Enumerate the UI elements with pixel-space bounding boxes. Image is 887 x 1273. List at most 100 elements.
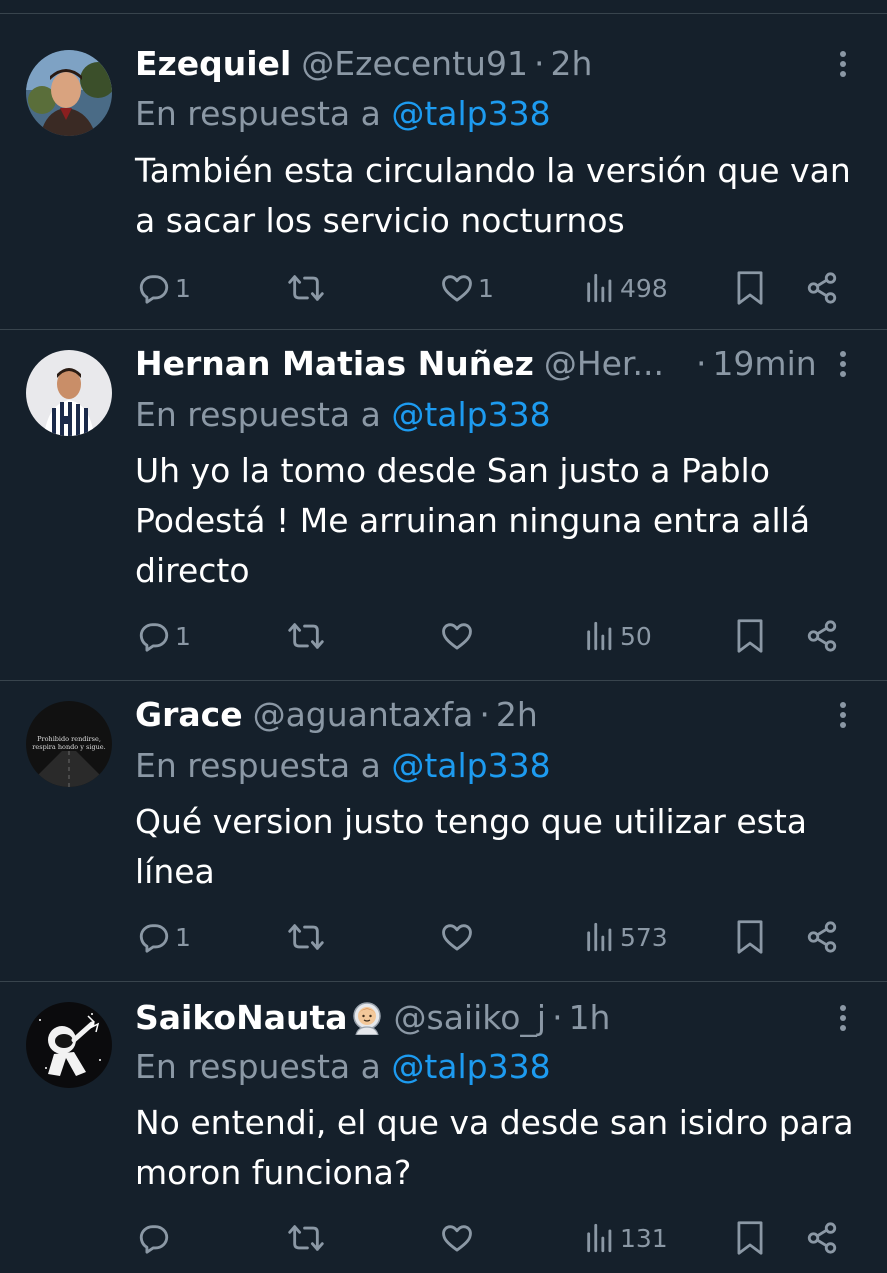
- bookmark-button[interactable]: [734, 266, 766, 310]
- reply-icon: [139, 924, 169, 953]
- tweet-header: SaikoNauta @saiiko_j · 1h: [135, 996, 610, 1040]
- action-bar: 1 573: [0, 915, 887, 959]
- more-icon[interactable]: [831, 697, 855, 733]
- more-icon[interactable]: [831, 346, 855, 382]
- reply-icon: [139, 275, 169, 304]
- retweet-icon: [288, 924, 324, 950]
- like-button[interactable]: 1: [440, 266, 494, 310]
- bookmark-button[interactable]: [734, 614, 766, 658]
- timestamp[interactable]: 2h: [496, 693, 538, 737]
- reply-button[interactable]: 1: [137, 614, 191, 658]
- share-button[interactable]: [805, 1216, 839, 1260]
- action-bar: 1 50: [0, 614, 887, 658]
- tweet-2[interactable]: Hernan Matias Nuñez @Her... · 19min En r…: [0, 330, 887, 681]
- share-button[interactable]: [805, 915, 839, 959]
- views-count: 498: [620, 273, 668, 303]
- share-icon: [807, 620, 837, 652]
- views-button[interactable]: 131: [584, 1216, 668, 1260]
- action-bar: 1 1 498: [0, 266, 887, 310]
- more-icon[interactable]: [831, 1000, 855, 1036]
- tweet-header: Hernan Matias Nuñez @Her... · 19min: [135, 342, 817, 386]
- retweet-icon: [288, 623, 324, 649]
- retweet-icon: [288, 1225, 324, 1251]
- views-icon: [587, 273, 612, 303]
- retweet-button[interactable]: [287, 266, 329, 310]
- share-button[interactable]: [805, 266, 839, 310]
- bookmark-button[interactable]: [734, 1216, 766, 1260]
- reply-count: 1: [175, 273, 191, 303]
- tweet-3[interactable]: Prohibido rendirse, respira hondo y sigu…: [0, 681, 887, 982]
- avatar[interactable]: Prohibido rendirse, respira hondo y sigu…: [26, 701, 112, 787]
- reply-context: En respuesta a @talp338: [135, 393, 551, 437]
- views-count: 50: [620, 621, 652, 651]
- retweet-button[interactable]: [287, 1216, 329, 1260]
- retweet-button[interactable]: [287, 614, 329, 658]
- tweet-text: Uh yo la tomo desde San justo a Pablo Po…: [135, 451, 811, 590]
- separator-dot: ·: [552, 998, 563, 1037]
- timestamp[interactable]: 19min: [712, 342, 816, 386]
- display-name[interactable]: Hernan Matias Nuñez: [135, 342, 534, 386]
- views-button[interactable]: 50: [584, 614, 652, 658]
- share-button[interactable]: [805, 614, 839, 658]
- tweet-text: Qué version justo tengo que utilizar est…: [135, 802, 807, 891]
- reply-button[interactable]: 1: [137, 915, 191, 959]
- views-icon: [587, 621, 612, 651]
- tweet-4[interactable]: SaikoNauta @saiiko_j · 1h En respuesta a…: [0, 982, 887, 1273]
- more-icon[interactable]: [831, 46, 855, 82]
- views-button[interactable]: 573: [584, 915, 668, 959]
- share-icon: [807, 272, 837, 304]
- reply-context: En respuesta a @talp338: [135, 1045, 551, 1089]
- share-icon: [807, 1222, 837, 1254]
- avatar[interactable]: [26, 50, 112, 136]
- like-count: 1: [478, 273, 494, 303]
- handle[interactable]: @aguantaxfa: [253, 693, 474, 737]
- timestamp[interactable]: 1h: [569, 996, 611, 1040]
- avatar[interactable]: [26, 1002, 112, 1088]
- handle[interactable]: @Her...: [544, 342, 664, 386]
- reply-prefix: En respuesta a: [135, 94, 381, 133]
- handle[interactable]: @saiiko_j: [394, 996, 547, 1040]
- reply-button[interactable]: [137, 1216, 175, 1260]
- retweet-button[interactable]: [287, 915, 329, 959]
- handle[interactable]: @Ezecentu91: [301, 42, 528, 86]
- astronaut-emoji-icon: [352, 1002, 381, 1035]
- tweet-header: Ezequiel @Ezecentu91 · 2h: [135, 42, 592, 86]
- avatar-quote-line-2: respira hondo y sigue.: [32, 743, 105, 751]
- display-name[interactable]: Grace: [135, 693, 243, 737]
- like-button[interactable]: [440, 915, 478, 959]
- mention-link[interactable]: @talp338: [391, 1047, 550, 1086]
- like-icon: [442, 623, 472, 650]
- bookmark-button[interactable]: [734, 915, 766, 959]
- reply-button[interactable]: 1: [137, 266, 191, 310]
- timestamp[interactable]: 2h: [550, 42, 592, 86]
- mention-link[interactable]: @talp338: [391, 395, 550, 434]
- reply-icon: [139, 623, 169, 652]
- tweet-text: También esta circulando la versión que v…: [135, 151, 851, 240]
- bookmark-icon: [737, 619, 763, 653]
- display-name[interactable]: SaikoNauta: [135, 996, 348, 1040]
- tweet-header: Grace @aguantaxfa · 2h: [135, 693, 538, 737]
- reply-icon: [139, 1225, 169, 1254]
- reply-context: En respuesta a @talp338: [135, 92, 551, 136]
- separator-dot: ·: [533, 44, 545, 83]
- views-count: 131: [620, 1223, 668, 1253]
- views-icon: [587, 1223, 612, 1253]
- like-button[interactable]: [440, 1216, 478, 1260]
- views-button[interactable]: 498: [584, 266, 668, 310]
- tweet-1[interactable]: Ezequiel @Ezecentu91 · 2h En respuesta a…: [0, 14, 887, 330]
- like-icon: [442, 275, 472, 302]
- avatar[interactable]: [26, 350, 112, 436]
- separator-dot: ·: [695, 344, 707, 383]
- like-icon: [442, 924, 472, 951]
- reply-context: En respuesta a @talp338: [135, 744, 551, 788]
- reply-count: 1: [175, 621, 191, 651]
- like-button[interactable]: [440, 614, 478, 658]
- action-bar: 131: [0, 1216, 887, 1260]
- mention-link[interactable]: @talp338: [391, 746, 550, 785]
- mention-link[interactable]: @talp338: [391, 94, 550, 133]
- reply-prefix: En respuesta a: [135, 1047, 381, 1086]
- share-icon: [807, 921, 837, 953]
- separator-dot: ·: [479, 695, 490, 734]
- display-name[interactable]: Ezequiel: [135, 42, 291, 86]
- reply-prefix: En respuesta a: [135, 395, 381, 434]
